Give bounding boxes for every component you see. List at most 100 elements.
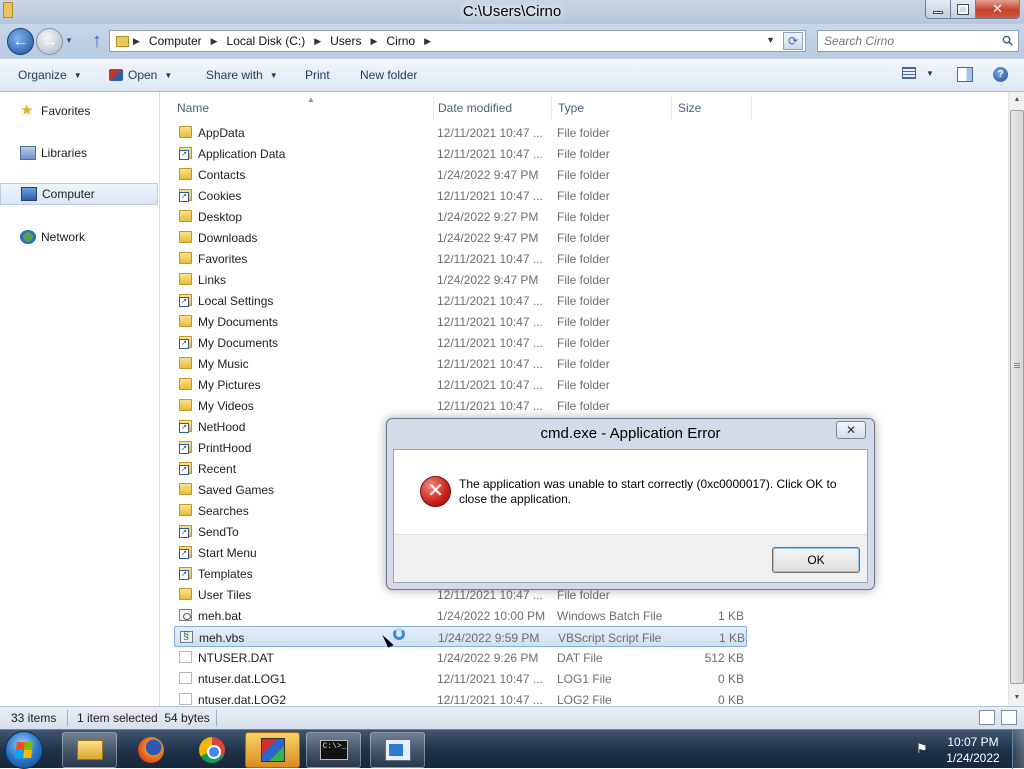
folder-icon <box>179 399 192 411</box>
folder-icon <box>179 126 192 138</box>
organize-button[interactable]: Organize ▼ <box>18 68 82 82</box>
file-row[interactable]: ntuser.dat.LOG1 12/11/2021 10:47 ... LOG1 … <box>174 668 747 689</box>
column-header-type[interactable]: Type <box>552 96 672 120</box>
status-divider <box>67 710 68 726</box>
action-center-flag-icon[interactable]: ⚑ <box>916 742 930 756</box>
change-view-button[interactable]: ▼ <box>902 67 934 79</box>
preview-pane-button[interactable] <box>957 67 973 82</box>
chevron-right-icon[interactable]: ▶ <box>370 36 377 47</box>
folder-icon <box>179 273 192 285</box>
file-type: File folder <box>557 168 610 182</box>
address-row: ← → ▼ ↑ ▶ Computer ▶ Local Disk (C:) ▶ Use… <box>0 24 1024 59</box>
file-row[interactable]: AppData 12/11/2021 10:47 ... File folder <box>174 122 747 143</box>
folder-icon <box>116 35 129 47</box>
breadcrumb-local-disk[interactable]: Local Disk (C:) ▶ <box>227 34 331 48</box>
nav-item-libraries[interactable]: Libraries <box>0 142 158 164</box>
column-header-name[interactable]: Name ▲ <box>171 95 434 120</box>
file-name: My Documents <box>198 315 279 329</box>
file-name: SendTo <box>198 525 239 539</box>
minimize-button[interactable] <box>925 0 951 19</box>
scrollbar-thumb[interactable] <box>1010 110 1024 684</box>
file-row[interactable]: Contacts 1/24/2022 9:47 PM File folder <box>174 164 747 185</box>
file-date-modified: 12/11/2021 10:47 ... <box>437 294 543 308</box>
file-name: Start Menu <box>198 546 257 560</box>
chevron-right-icon[interactable]: ▶ <box>211 36 218 47</box>
system-clock[interactable]: 10:07 PM 1/24/2022 <box>945 734 1001 766</box>
file-type: File folder <box>557 273 610 287</box>
breadcrumb-cirno[interactable]: Cirno ▶ <box>386 34 440 48</box>
file-name: meh.vbs <box>199 631 245 645</box>
vertical-scrollbar[interactable]: ▲ ▼ <box>1008 92 1024 706</box>
search-icon[interactable] <box>1002 35 1013 46</box>
address-bar[interactable]: ▶ Computer ▶ Local Disk (C:) ▶ Users ▶ Cirn… <box>109 30 806 52</box>
breadcrumb-computer[interactable]: Computer ▶ <box>149 34 227 48</box>
file-date-modified: 1/24/2022 10:00 PM <box>437 609 546 623</box>
file-row[interactable]: My Videos 12/11/2021 10:47 ... File folder <box>174 395 747 416</box>
address-history-dropdown[interactable]: ▼ <box>766 35 775 45</box>
dialog-close-button[interactable]: ✕ <box>836 421 866 439</box>
breadcrumb-users[interactable]: Users ▶ <box>330 34 386 48</box>
column-header-date-modified[interactable]: Date modified <box>432 96 552 120</box>
taskbar-firefox[interactable] <box>123 732 178 768</box>
maximize-button[interactable] <box>951 0 976 19</box>
share-with-button[interactable]: Share with ▼ <box>206 68 278 82</box>
file-row[interactable]: Links 1/24/2022 9:47 PM File folder <box>174 269 747 290</box>
recent-pages-dropdown[interactable]: ▼ <box>65 36 73 45</box>
new-folder-button[interactable]: New folder <box>360 68 417 82</box>
open-button[interactable]: Open ▼ <box>109 68 172 82</box>
forward-button[interactable]: → <box>36 28 63 55</box>
file-row[interactable]: My Music 12/11/2021 10:47 ... File folder <box>174 353 747 374</box>
chevron-right-icon[interactable]: ▶ <box>314 36 321 47</box>
close-button[interactable]: ✕ <box>976 0 1020 19</box>
scroll-down-arrow[interactable]: ▼ <box>1009 690 1024 706</box>
file-type: File folder <box>557 336 610 350</box>
file-date-modified: 12/11/2021 10:47 ... <box>437 357 543 371</box>
file-name: My Documents <box>198 336 279 350</box>
file-row[interactable]: My Pictures 12/11/2021 10:47 ... File fold… <box>174 374 747 395</box>
nav-item-favorites[interactable]: ★ Favorites <box>0 100 158 122</box>
breadcrumb-separator[interactable]: ▶ <box>133 36 149 47</box>
file-row[interactable]: Favorites 12/11/2021 10:47 ... File folder <box>174 248 747 269</box>
print-button[interactable]: Print <box>305 68 330 82</box>
back-button[interactable]: ← <box>7 28 34 55</box>
search-input[interactable] <box>824 34 994 48</box>
nav-item-label: Libraries <box>41 146 88 160</box>
file-name: AppData <box>198 126 245 140</box>
file-row[interactable]: Application Data 12/11/2021 10:47 ... File… <box>174 143 747 164</box>
large-icons-view-toggle[interactable] <box>1001 710 1017 725</box>
title-bar[interactable]: C:\Users\Cirno ✕ <box>0 0 1024 24</box>
start-button[interactable] <box>5 731 43 769</box>
help-button[interactable]: ? <box>993 67 1008 82</box>
refresh-button[interactable]: ⟳ <box>783 32 803 50</box>
shortcut-icon <box>179 462 192 475</box>
file-name: Application Data <box>198 147 286 161</box>
scroll-up-arrow[interactable]: ▲ <box>1009 92 1024 108</box>
file-row[interactable]: Downloads 1/24/2022 9:47 PM File folder <box>174 227 747 248</box>
file-row[interactable]: meh.vbs 1/24/2022 9:59 PM VBScript Script … <box>174 626 747 647</box>
taskbar-explorer[interactable] <box>62 732 117 768</box>
show-desktop-button[interactable] <box>1012 730 1024 769</box>
taskbar-window[interactable] <box>370 732 425 768</box>
taskbar-app[interactable] <box>245 732 300 768</box>
file-name: PrintHood <box>198 441 252 455</box>
search-box[interactable] <box>817 30 1019 52</box>
file-type: File folder <box>557 399 610 413</box>
column-header-size[interactable]: Size <box>672 96 752 120</box>
file-type: File folder <box>557 315 610 329</box>
file-size: 512 KB <box>704 651 744 665</box>
taskbar-chrome[interactable] <box>184 732 239 768</box>
file-row[interactable]: meh.bat 1/24/2022 10:00 PM Windows Batch F… <box>174 605 747 626</box>
file-row[interactable]: My Documents 12/11/2021 10:47 ... File fol… <box>174 311 747 332</box>
nav-item-computer[interactable]: Computer <box>0 183 158 205</box>
ok-button[interactable]: OK <box>772 547 860 573</box>
up-one-level-button[interactable]: ↑ <box>88 30 106 52</box>
chevron-right-icon[interactable]: ▶ <box>424 36 431 47</box>
file-row[interactable]: My Documents 12/11/2021 10:47 ... File fol… <box>174 332 747 353</box>
taskbar-cmd[interactable]: C:\>_ <box>306 732 361 768</box>
details-view-toggle[interactable] <box>979 710 995 725</box>
file-row[interactable]: NTUSER.DAT 1/24/2022 9:26 PM DAT File 512 K… <box>174 647 747 668</box>
file-row[interactable]: Local Settings 12/11/2021 10:47 ... File f… <box>174 290 747 311</box>
file-row[interactable]: Cookies 12/11/2021 10:47 ... File folder <box>174 185 747 206</box>
nav-item-network[interactable]: Network <box>0 226 158 248</box>
file-row[interactable]: Desktop 1/24/2022 9:27 PM File folder <box>174 206 747 227</box>
